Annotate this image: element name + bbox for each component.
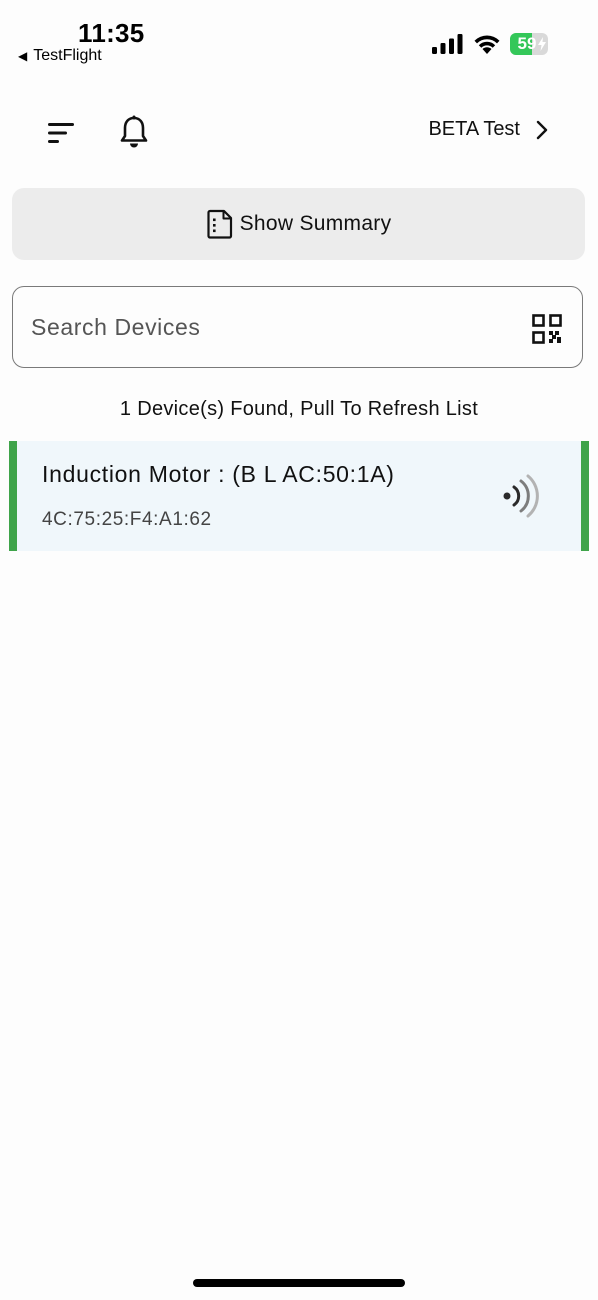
device-list-item[interactable]: Induction Motor : (B L AC:50:1A) 4C:75:2… [9, 441, 589, 551]
beta-test-link[interactable]: BETA Test [428, 118, 548, 141]
qr-scan-button[interactable] [532, 314, 562, 344]
signal-icon [432, 34, 463, 54]
back-triangle-icon: ◀ [18, 49, 28, 63]
device-name: Induction Motor : (B L AC:50:1A) [42, 461, 395, 487]
status-time: 11:35 [78, 18, 145, 48]
search-devices-input[interactable] [31, 287, 501, 367]
chevron-right-icon [536, 120, 548, 139]
beta-test-label: BETA Test [428, 118, 520, 140]
sort-menu-button[interactable] [44, 117, 78, 149]
show-summary-label: Show Summary [239, 212, 392, 235]
home-indicator[interactable] [193, 1279, 405, 1287]
charging-bolt-icon [538, 37, 546, 51]
show-summary-button[interactable]: Show Summary [12, 188, 585, 260]
back-app-label: TestFlight [33, 47, 102, 64]
document-icon [206, 209, 232, 239]
qr-code-icon [532, 314, 562, 344]
bell-icon [120, 115, 148, 148]
notifications-button[interactable] [118, 115, 150, 151]
sort-menu-icon [48, 123, 74, 143]
battery-icon: 59 [510, 33, 548, 55]
wifi-icon [474, 35, 500, 54]
devices-found-status: 1 Device(s) Found, Pull To Refresh List [119, 398, 479, 420]
broadcast-signal-icon [503, 474, 539, 518]
search-box [12, 286, 583, 368]
back-to-app-link[interactable]: ◀ TestFlight [18, 47, 102, 65]
device-address: 4C:75:25:F4:A1:62 [42, 509, 212, 530]
status-indicators: 59 [432, 33, 548, 55]
